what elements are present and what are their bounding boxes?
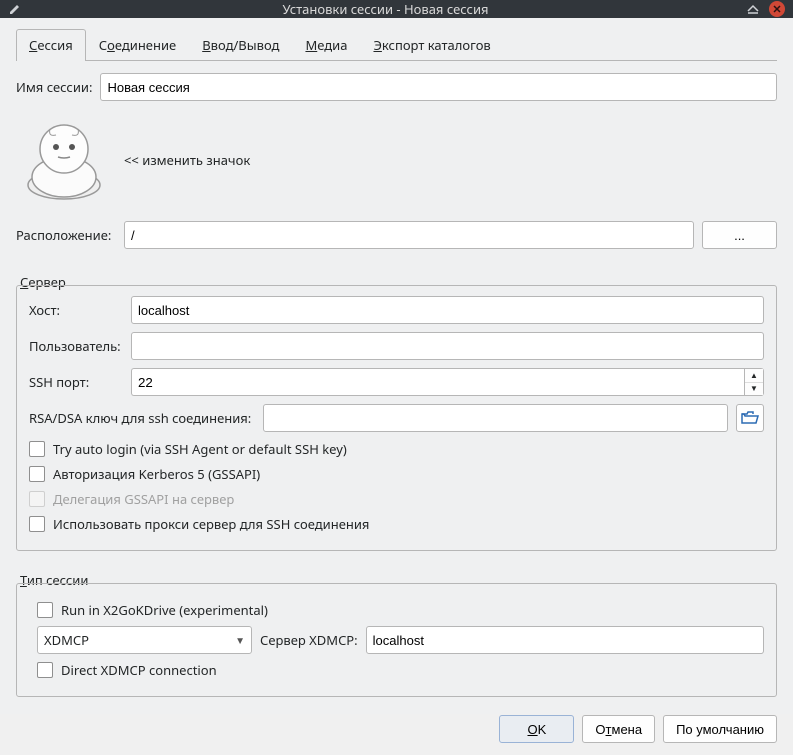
- location-input[interactable]: [124, 221, 694, 249]
- session-preferences-window: Установки сессии - Новая сессия Сессия С…: [0, 0, 793, 714]
- location-label: Расположение:: [16, 226, 116, 244]
- try-auto-login-checkbox[interactable]: [29, 441, 45, 457]
- cancel-button[interactable]: Отмена: [582, 715, 655, 743]
- session-name-label: Имя сессии:: [16, 78, 92, 96]
- host-input[interactable]: [131, 296, 764, 324]
- xdmcp-server-label: Сервер XDMCP:: [260, 631, 358, 649]
- edit-icon: [8, 2, 22, 16]
- gssapi-delegation-label: Делегация GSSAPI на сервер: [53, 490, 234, 508]
- user-label: Пользователь:: [29, 337, 123, 355]
- host-label: Хост:: [29, 301, 123, 319]
- session-name-input[interactable]: [100, 73, 777, 101]
- tab-bar: Сессия Соединение Ввод/Вывод Медиа Экспо…: [16, 28, 777, 61]
- defaults-button[interactable]: По умолчанию: [663, 715, 777, 743]
- user-input[interactable]: [131, 332, 764, 360]
- ok-button[interactable]: OK: [499, 715, 574, 743]
- ssh-port-input[interactable]: [131, 368, 744, 396]
- direct-xdmcp-checkbox[interactable]: [37, 662, 53, 678]
- folder-open-icon: [741, 411, 759, 425]
- minimize-icon[interactable]: [745, 1, 761, 17]
- server-group: Хост: Пользователь: SSH порт: ▲ ▼ RSA/DS…: [16, 285, 777, 551]
- direct-xdmcp-label: Direct XDMCP connection: [61, 661, 217, 679]
- tab-session[interactable]: Сессия: [16, 29, 86, 61]
- session-type-combo[interactable]: XDMCP ▼: [37, 626, 252, 654]
- ssh-port-down[interactable]: ▼: [745, 383, 763, 396]
- browse-key-button[interactable]: [736, 404, 764, 432]
- tab-connection[interactable]: Соединение: [86, 29, 189, 61]
- session-type-group: Run in X2GoKDrive (experimental) XDMCP ▼…: [16, 583, 777, 697]
- session-type-value: XDMCP: [44, 631, 89, 649]
- gssapi-delegation-checkbox: [29, 491, 45, 507]
- tab-export[interactable]: Экспорт каталогов: [360, 29, 503, 61]
- ssh-port-up[interactable]: ▲: [745, 369, 763, 383]
- chevron-down-icon: ▼: [235, 633, 245, 647]
- kerberos-label: Авторизация Kerberos 5 (GSSAPI): [53, 465, 260, 483]
- ssh-port-label: SSH порт:: [29, 373, 123, 391]
- change-icon-link[interactable]: << изменить значок: [124, 151, 250, 169]
- xdmcp-server-input[interactable]: [366, 626, 764, 654]
- dialog-buttons: OK Отмена По умолчанию: [16, 707, 777, 743]
- tab-media[interactable]: Медиа: [292, 29, 360, 61]
- browse-location-button[interactable]: ...: [702, 221, 777, 249]
- ssh-port-stepper[interactable]: ▲ ▼: [131, 368, 764, 396]
- ssh-proxy-label: Использовать прокси сервер для SSH соеди…: [53, 515, 369, 533]
- titlebar: Установки сессии - Новая сессия: [0, 0, 793, 18]
- kdrive-checkbox[interactable]: [37, 602, 53, 618]
- window-title: Установки сессии - Новая сессия: [26, 0, 745, 18]
- kerberos-checkbox[interactable]: [29, 466, 45, 482]
- kdrive-label: Run in X2GoKDrive (experimental): [61, 601, 268, 619]
- rsa-key-label: RSA/DSA ключ для ssh соединения:: [29, 409, 251, 427]
- try-auto-login-label: Try auto login (via SSH Agent or default…: [53, 440, 347, 458]
- rsa-key-input[interactable]: [263, 404, 728, 432]
- close-icon[interactable]: [769, 1, 785, 17]
- tab-io[interactable]: Ввод/Вывод: [189, 29, 292, 61]
- session-icon[interactable]: [16, 117, 112, 203]
- ssh-proxy-checkbox[interactable]: [29, 516, 45, 532]
